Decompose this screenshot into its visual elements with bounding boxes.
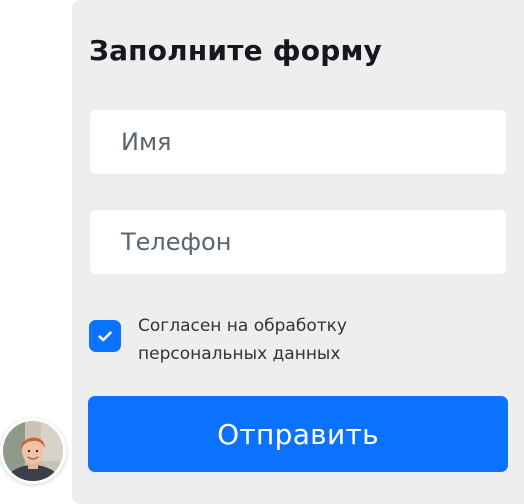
form-title: Заполните форму	[89, 34, 383, 67]
checkmark-icon	[98, 331, 112, 341]
person-photo-icon	[3, 421, 63, 481]
consent-label-line-2: персональных данных	[138, 344, 341, 364]
phone-field[interactable]	[90, 210, 506, 274]
phone-input[interactable]	[121, 228, 475, 256]
name-input[interactable]	[121, 128, 475, 156]
consent-checkbox[interactable]	[89, 320, 121, 352]
consent-label-line-1: Согласен на обработку	[138, 316, 347, 336]
page: Заполните форму Согласен на обработку пе…	[0, 0, 524, 504]
submit-button[interactable]: Отправить	[88, 396, 508, 472]
consent-row[interactable]: Согласен на обработку персональных данны…	[89, 312, 398, 368]
consent-label: Согласен на обработку персональных данны…	[138, 312, 398, 368]
contact-form-panel: Заполните форму Согласен на обработку пе…	[72, 0, 524, 504]
name-field[interactable]	[90, 110, 506, 174]
avatar[interactable]	[0, 418, 66, 484]
